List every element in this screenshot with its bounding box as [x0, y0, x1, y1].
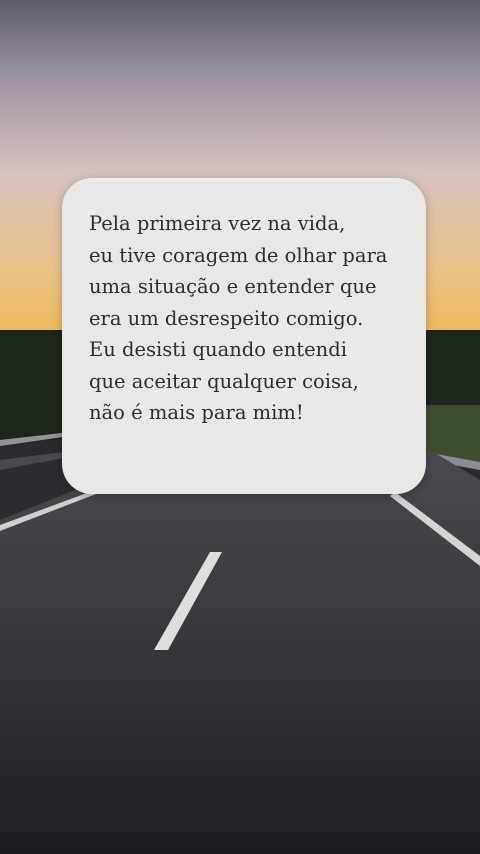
- quote-line: era um desrespeito comigo.: [89, 306, 364, 330]
- quote-text: Pela primeira vez na vida, eu tive corag…: [89, 208, 412, 429]
- quote-line: eu tive coragem de olhar para: [89, 243, 388, 267]
- road: [0, 450, 480, 854]
- quote-line: Pela primeira vez na vida,: [89, 212, 346, 235]
- quote-line: não é mais para mim!: [89, 401, 304, 424]
- quote-line: uma situação e entender que: [89, 275, 377, 298]
- quote-card: Pela primeira vez na vida, eu tive corag…: [62, 178, 426, 494]
- quote-line: que aceitar qualquer coisa,: [89, 369, 359, 393]
- quote-line: Eu desisti quando entendi: [89, 338, 347, 361]
